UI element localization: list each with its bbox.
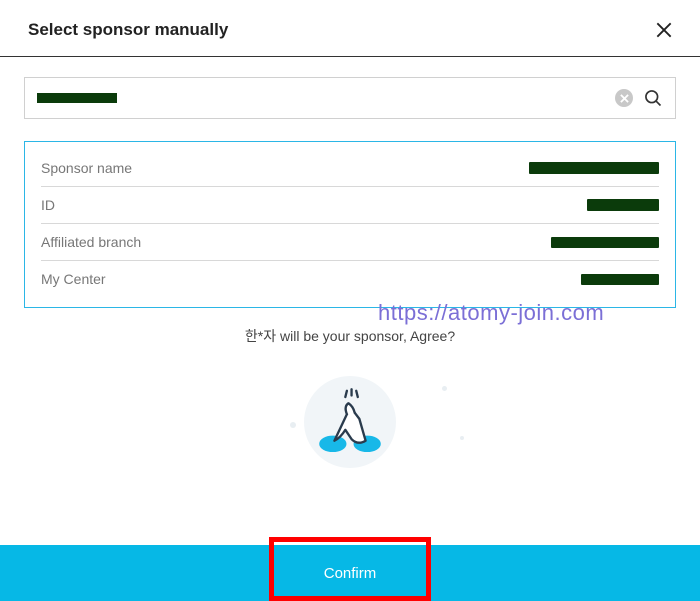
search-icon bbox=[643, 88, 663, 108]
label-branch: Affiliated branch bbox=[41, 234, 141, 250]
confirm-bar: Confirm bbox=[0, 545, 700, 601]
confirm-label: Confirm bbox=[324, 565, 377, 582]
value-center bbox=[581, 274, 659, 285]
value-id bbox=[587, 199, 659, 211]
row-sponsor-name: Sponsor name bbox=[41, 150, 659, 187]
dot-icon bbox=[290, 422, 296, 428]
search-button[interactable] bbox=[643, 88, 663, 108]
search-field-wrap bbox=[24, 77, 676, 119]
illustration bbox=[24, 376, 676, 468]
handshake-icon bbox=[311, 383, 389, 461]
dot-icon bbox=[460, 436, 464, 440]
label-sponsor-name: Sponsor name bbox=[41, 160, 132, 176]
row-branch: Affiliated branch bbox=[41, 224, 659, 261]
clear-icon bbox=[620, 94, 629, 103]
value-branch bbox=[551, 237, 659, 248]
close-button[interactable] bbox=[652, 18, 676, 42]
search-input[interactable] bbox=[37, 93, 117, 103]
agree-name: 한*자 bbox=[245, 328, 276, 344]
sponsor-card: Sponsor name ID Affiliated branch My Cen… bbox=[24, 141, 676, 308]
label-id: ID bbox=[41, 197, 55, 213]
value-sponsor-name bbox=[529, 162, 659, 174]
handshake-bg bbox=[304, 376, 396, 468]
confirm-button[interactable]: Confirm bbox=[272, 545, 428, 601]
agree-text: 한*자 will be your sponsor, Agree? bbox=[24, 326, 676, 346]
modal-content: Sponsor name ID Affiliated branch My Cen… bbox=[0, 57, 700, 468]
clear-search-button[interactable] bbox=[615, 89, 633, 107]
dot-icon bbox=[442, 386, 447, 391]
label-center: My Center bbox=[41, 271, 106, 287]
agree-suffix: will be your sponsor, Agree? bbox=[276, 328, 455, 344]
modal-title: Select sponsor manually bbox=[28, 20, 228, 40]
modal-header: Select sponsor manually bbox=[0, 0, 700, 57]
close-icon bbox=[654, 20, 674, 40]
row-center: My Center bbox=[41, 261, 659, 297]
row-id: ID bbox=[41, 187, 659, 224]
